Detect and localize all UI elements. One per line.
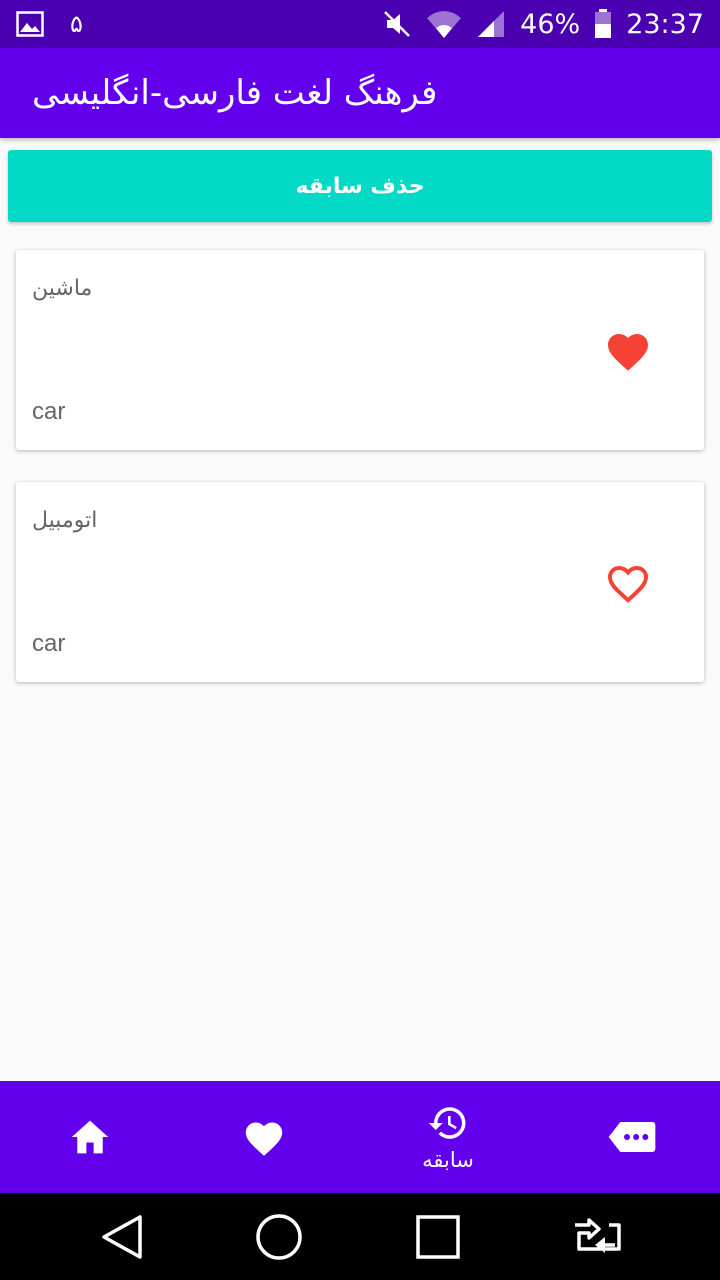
history-card[interactable]: اتومبیل car [16,482,704,682]
home-system-button[interactable] [219,1193,339,1280]
circle-home-icon [256,1213,302,1260]
persian-word: ماشین [32,276,93,301]
wifi-icon [427,11,462,38]
english-word: car [32,630,66,657]
bottom-navigation: سابقه [0,1081,720,1193]
history-icon [428,1107,466,1139]
persian-word: اتومبیل [32,508,98,533]
nav-home[interactable] [0,1081,180,1193]
system-navigation-bar [0,1193,720,1280]
back-icon [102,1214,142,1259]
gallery-icon [16,11,44,37]
nav-history-label: سابقه [422,1148,474,1172]
switch-app-button[interactable] [537,1193,657,1280]
home-icon [71,1120,109,1154]
heart-icon [245,1122,283,1156]
nav-history[interactable]: سابقه [358,1081,538,1193]
mute-icon [384,11,411,37]
notification-count: ۵ [70,10,83,38]
nav-favorites[interactable] [174,1081,354,1193]
signal-icon [478,11,505,37]
status-bar: ۵ 46% 23:37 [0,0,720,48]
more-icon [608,1122,656,1152]
history-card[interactable]: ماشین car [16,250,704,450]
english-word: car [32,398,66,425]
square-recents-icon [416,1214,460,1259]
battery-icon [595,9,612,38]
app-bar: فرهنگ لغت فارسی-انگلیسی [0,48,720,138]
clear-history-button[interactable]: حذف سابقه [8,150,712,222]
recents-button[interactable] [378,1193,498,1280]
heart-outline-icon[interactable] [604,560,652,604]
switch-app-icon [575,1217,621,1253]
page-title: فرهنگ لغت فارسی-انگلیسی [32,73,438,113]
clear-history-label: حذف سابقه [295,173,425,199]
heart-filled-icon[interactable] [604,328,652,372]
back-button[interactable] [62,1193,182,1280]
battery-percent: 46% [520,8,581,40]
clock: 23:37 [626,8,704,40]
nav-more[interactable] [542,1081,720,1193]
